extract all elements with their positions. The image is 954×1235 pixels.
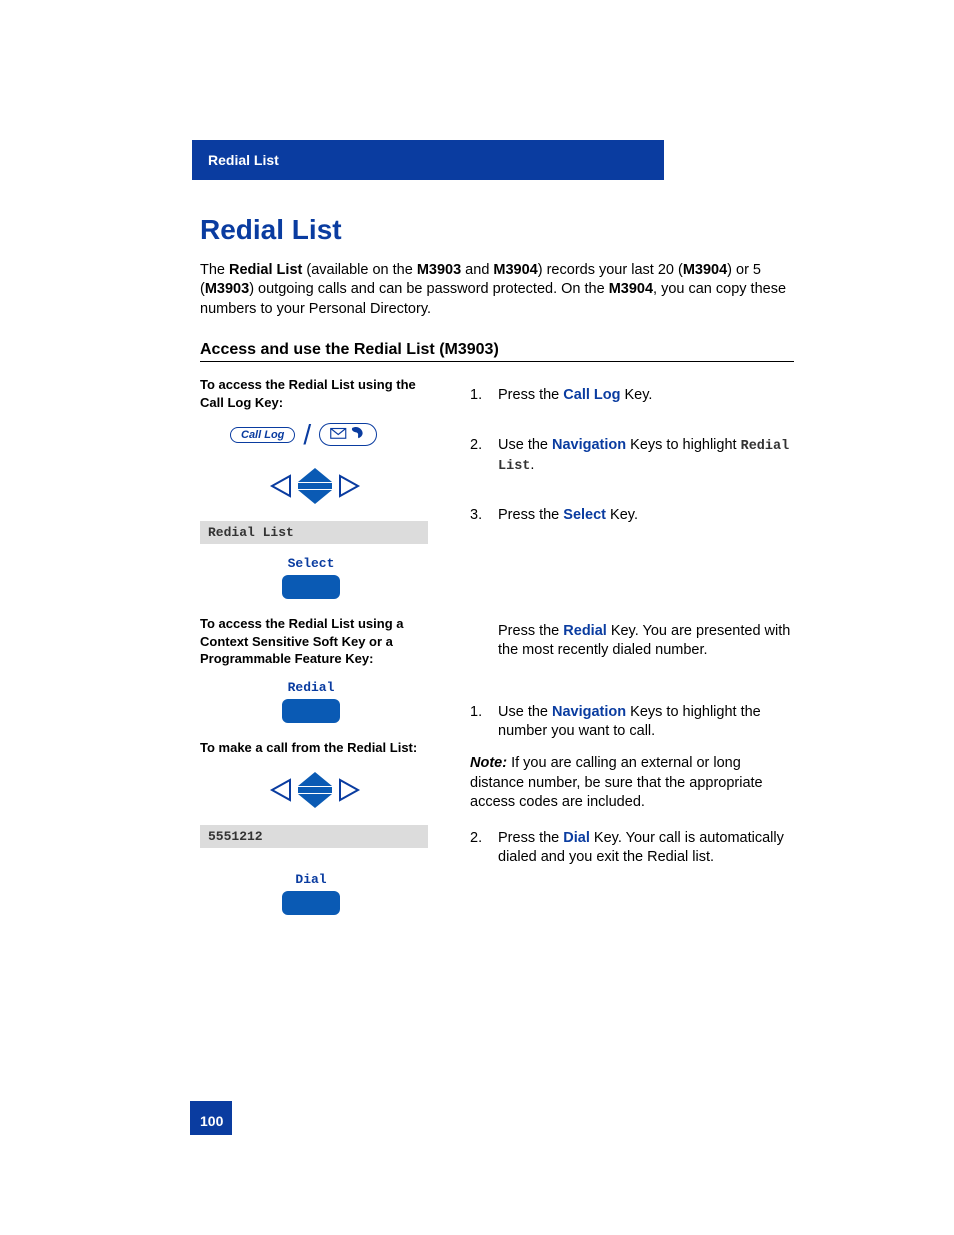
- call-log-key-row: Call Log /: [230, 423, 430, 446]
- step-body: Press the Dial Key. Your call is automat…: [498, 829, 794, 868]
- softkey-button-icon: [282, 891, 340, 915]
- step-text: Use the: [498, 437, 552, 453]
- key-name: Navigation: [552, 704, 626, 720]
- intro-bold: Redial List: [229, 262, 302, 278]
- dial-softkey: Dial: [276, 872, 346, 915]
- step-text: Press the: [498, 507, 563, 523]
- left-column: To access the Redial List using the Call…: [200, 376, 430, 931]
- step-number: 2.: [470, 436, 486, 476]
- lcd-display-redial-list: Redial List: [200, 521, 428, 544]
- intro-bold: M3904: [493, 262, 537, 278]
- key-name: Dial: [563, 830, 590, 846]
- intro-bold: M3903: [417, 262, 461, 278]
- step-1: 1. Press the Call Log Key.: [470, 386, 794, 406]
- step-number: 1.: [470, 703, 486, 742]
- section-header-text: Redial List: [208, 152, 279, 168]
- step-2: 2. Use the Navigation Keys to highlight …: [470, 436, 794, 476]
- envelope-handset-icon: [330, 425, 366, 441]
- key-name: Navigation: [552, 437, 626, 453]
- key-name: Select: [563, 507, 606, 523]
- note-label: Note:: [470, 755, 507, 771]
- section-header: Redial List: [192, 140, 664, 180]
- step-4: 1. Use the Navigation Keys to highlight …: [470, 703, 794, 742]
- select-softkey: Select: [276, 556, 346, 599]
- softkey-button-icon: [282, 699, 340, 723]
- page-title: Redial List: [200, 214, 794, 246]
- intro-text: ) outgoing calls and can be password pro…: [249, 281, 609, 297]
- page-number: 100: [190, 1101, 232, 1135]
- note-block: Note: If you are calling an external or …: [470, 754, 794, 813]
- step-5: 2. Press the Dial Key. Your call is auto…: [470, 829, 794, 868]
- softkey-button-icon: [282, 575, 340, 599]
- step-text: Press the: [498, 830, 563, 846]
- dial-softkey-label: Dial: [276, 872, 346, 887]
- step-text: .: [530, 457, 534, 473]
- intro-bold: M3903: [205, 281, 249, 297]
- left-heading-1: To access the Redial List using the Call…: [200, 376, 430, 411]
- key-name: Redial: [563, 623, 607, 639]
- step-text: Key.: [620, 387, 652, 403]
- navigation-keys-graphic: [260, 464, 370, 511]
- intro-text: and: [461, 262, 493, 278]
- left-heading-3: To make a call from the Redial List:: [200, 739, 430, 757]
- step-body: Use the Navigation Keys to highlight Red…: [498, 436, 794, 476]
- slash-divider: /: [303, 424, 311, 446]
- key-name: Call Log: [563, 387, 620, 403]
- step-body: Press the Call Log Key.: [498, 386, 794, 406]
- step-body: Use the Navigation Keys to highlight the…: [498, 703, 794, 742]
- redial-softkey: Redial: [276, 680, 346, 723]
- left-heading-2: To access the Redial List using a Contex…: [200, 615, 430, 668]
- redial-softkey-label: Redial: [276, 680, 346, 695]
- note-body: If you are calling an external or long d…: [470, 755, 763, 810]
- nav-keys-icon: [260, 768, 370, 812]
- step-text: Press the: [498, 387, 563, 403]
- two-column-layout: To access the Redial List using the Call…: [200, 376, 794, 931]
- intro-text: ) records your last 20 (: [538, 262, 683, 278]
- step-number: 3.: [470, 506, 486, 526]
- redial-instruction: Press the Redial Key. You are presented …: [498, 622, 794, 661]
- intro-bold: M3904: [609, 281, 653, 297]
- intro-bold: M3904: [683, 262, 727, 278]
- intro-text: The: [200, 262, 229, 278]
- navigation-keys-graphic: [260, 768, 370, 815]
- step-text: Use the: [498, 704, 552, 720]
- lcd-display-number: 5551212: [200, 825, 428, 848]
- nav-keys-icon: [260, 464, 370, 508]
- step-number: 1.: [470, 386, 486, 406]
- step-text: Keys to highlight: [626, 437, 740, 453]
- select-softkey-label: Select: [276, 556, 346, 571]
- intro-text: (available on the: [302, 262, 416, 278]
- right-column: 1. Press the Call Log Key. 2. Use the Na…: [470, 376, 794, 931]
- step-body: Press the Select Key.: [498, 506, 794, 526]
- step-text: Key.: [606, 507, 638, 523]
- subheading: Access and use the Redial List (M3903): [200, 341, 794, 362]
- intro-paragraph: The Redial List (available on the M3903 …: [200, 261, 794, 320]
- step-text: Press the: [498, 623, 563, 639]
- document-page: Redial List Redial List The Redial List …: [0, 0, 954, 1235]
- step-3: 3. Press the Select Key.: [470, 506, 794, 526]
- call-log-key: Call Log: [230, 427, 295, 443]
- message-key: [319, 423, 377, 446]
- step-number: 2.: [470, 829, 486, 868]
